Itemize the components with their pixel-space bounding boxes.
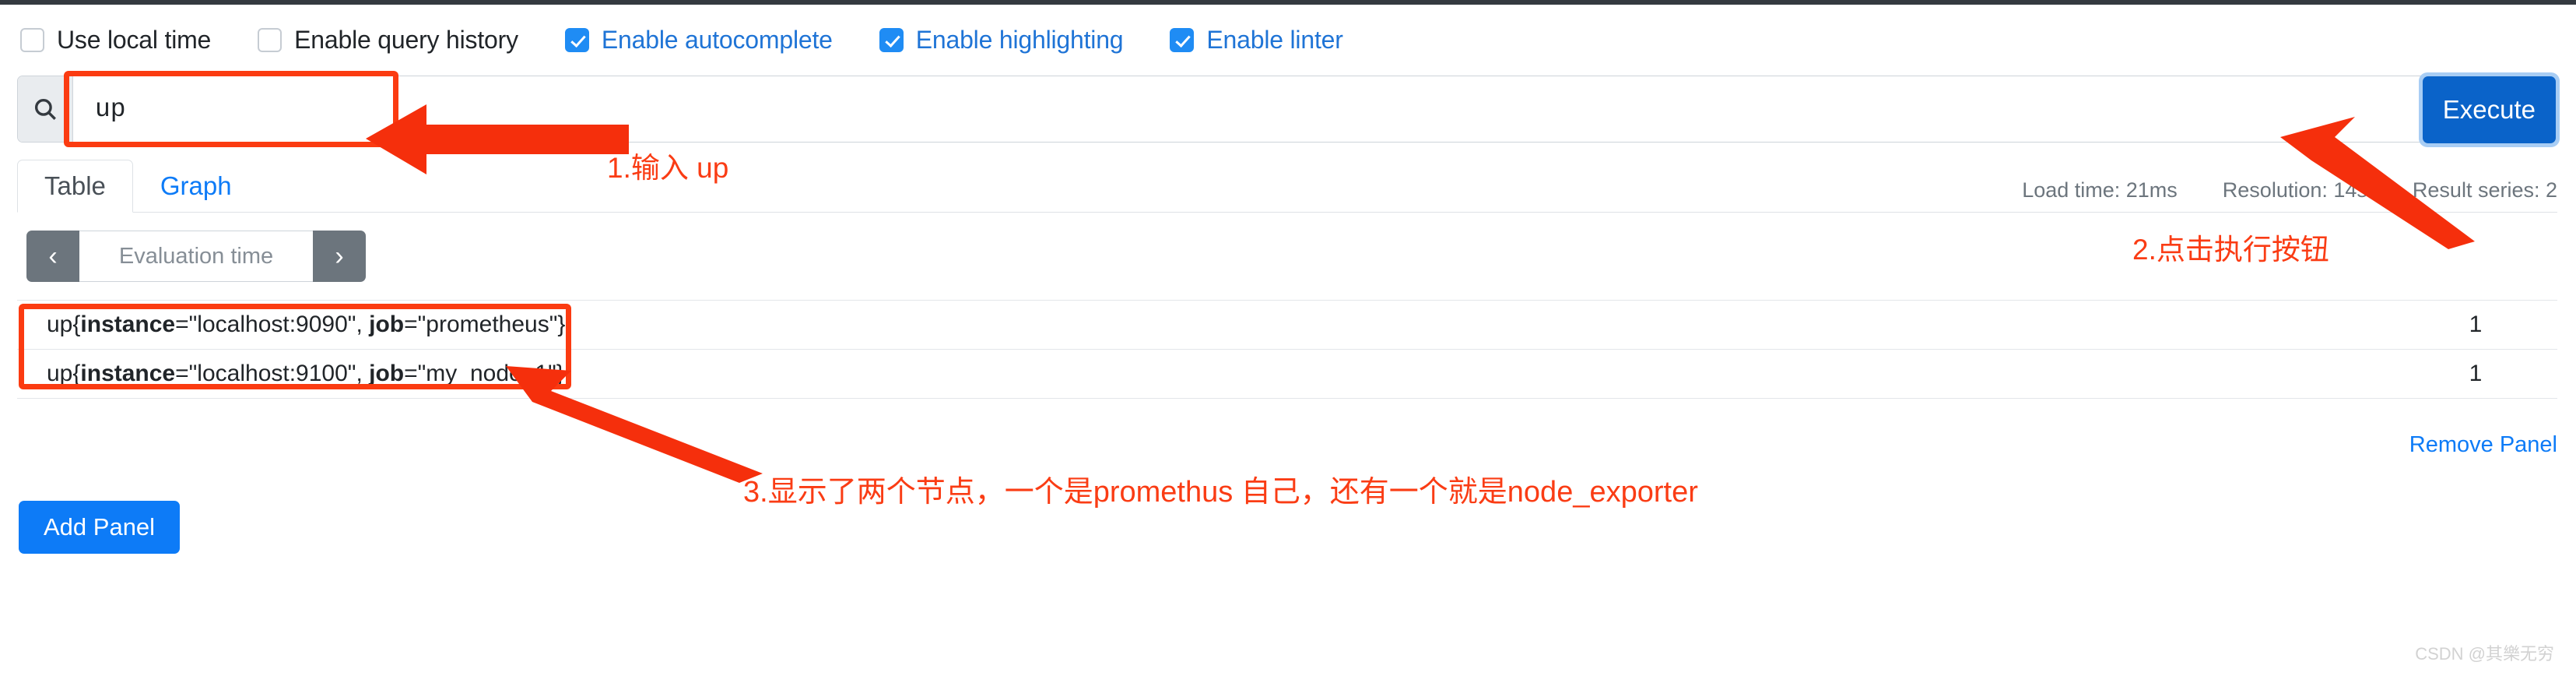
option-enable-linter[interactable]: Enable linter — [1170, 25, 1343, 55]
checkbox-enable-highlighting[interactable] — [879, 27, 904, 52]
result-tabs: Table Graph Load time: 21ms Resolution: … — [17, 156, 2557, 213]
load-time-label: Load time: 21ms — [2022, 178, 2178, 202]
annotation-step-1: 1.输入 up — [607, 152, 729, 184]
option-label-enable-autocomplete: Enable autocomplete — [601, 25, 833, 54]
resolution-label: Resolution: 14s — [2222, 178, 2367, 202]
evaluation-time-group: ‹ Evaluation time › — [26, 231, 366, 282]
execute-button-focus-ring: Execute — [2418, 72, 2560, 147]
annotation-box-query-input — [64, 71, 398, 147]
option-label-use-local-time: Use local time — [57, 25, 212, 54]
option-enable-query-history[interactable]: Enable query history — [258, 26, 518, 55]
checkbox-use-local-time[interactable] — [20, 27, 44, 52]
result-series-label: Result series: 2 — [2412, 178, 2557, 202]
watermark: CSDN @其樂无穷 — [2415, 644, 2554, 664]
chevron-left-icon[interactable]: ‹ — [26, 231, 79, 282]
tab-graph[interactable]: Graph — [133, 160, 259, 213]
window-top-border — [0, 0, 2576, 5]
annotation-step-2: 2.点击执行按钮 — [2132, 234, 2329, 266]
checkbox-enable-autocomplete[interactable] — [564, 27, 589, 52]
checkbox-enable-linter[interactable] — [1170, 27, 1195, 52]
series-value: 1 — [2469, 361, 2483, 386]
query-status: Load time: 21ms Resolution: 14s Result s… — [2022, 178, 2557, 202]
checkbox-enable-query-history[interactable] — [258, 27, 283, 52]
option-enable-autocomplete[interactable]: Enable autocomplete — [564, 25, 833, 55]
evaluation-time-input[interactable]: Evaluation time — [79, 231, 313, 282]
tab-table[interactable]: Table — [17, 160, 133, 213]
evaluation-time-placeholder: Evaluation time — [118, 243, 274, 269]
option-label-enable-highlighting: Enable highlighting — [915, 25, 1124, 54]
annotation-box-results — [19, 304, 571, 389]
series-value: 1 — [2469, 312, 2483, 337]
option-enable-highlighting[interactable]: Enable highlighting — [879, 26, 1124, 55]
query-input[interactable]: up — [73, 76, 2427, 142]
remove-panel-link[interactable]: Remove Panel — [2409, 432, 2557, 458]
execute-button[interactable]: Execute — [2422, 76, 2556, 143]
option-label-enable-query-history: Enable query history — [294, 25, 518, 54]
option-use-local-time[interactable]: Use local time — [20, 26, 211, 55]
add-panel-button[interactable]: Add Panel — [19, 501, 181, 554]
chevron-right-icon[interactable]: › — [313, 231, 366, 282]
option-label-enable-linter: Enable linter — [1206, 25, 1343, 54]
query-options-bar: Use local time Enable query history Enab… — [0, 16, 2576, 64]
annotation-step-3: 3.显示了两个节点，一个是promethus 自己，还有一个就是node_exp… — [743, 476, 1698, 509]
